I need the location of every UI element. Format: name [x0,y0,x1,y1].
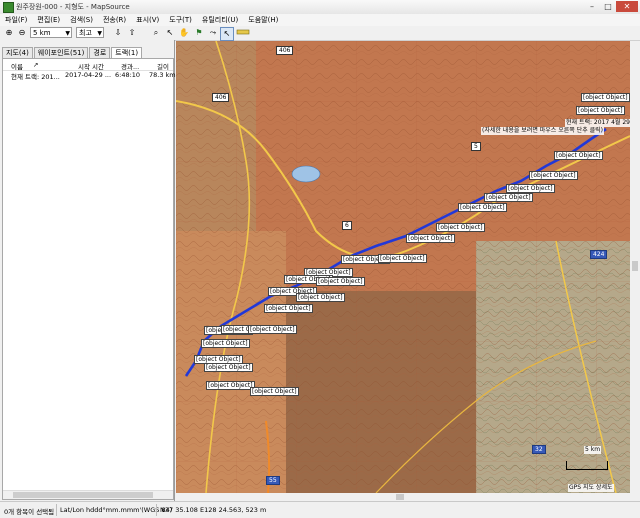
scale-select[interactable]: 5 km ▼ [30,27,72,38]
road-number-label: 406 [276,46,294,55]
terrain-map [176,41,630,493]
menu-view[interactable]: 표시(V) [131,14,164,26]
waypoint-label[interactable]: [object Object] [378,254,427,263]
waypoint-label[interactable]: [object Object] [204,363,253,372]
road-number-label: 406 [212,93,230,102]
waypoint-label[interactable]: [object Object] [264,304,313,313]
detail-select-value: 최고 [79,29,92,37]
column-start-time[interactable]: 시작 시간 [78,61,104,71]
road-number-label: 6 [342,221,352,230]
selection-status: 0개 항목이 선택됨 [4,508,55,516]
waypoint-label[interactable]: [object Object] [206,381,255,390]
track-list: 이름 ↗ 시작 시간 경과... 길이 현재 트랙: 201... 2017-0… [2,58,176,500]
menu-tools[interactable]: 도구(T) [164,14,197,26]
toolbar: ⊕ ⊖ 5 km ▼ 최고 ▼ ⇩ ⇧ ⌕ ↖ ✋ ⚑ ⤳ ↖ [0,26,640,41]
cursor-position: N37 35.108 E128 24.563, 523 m [160,506,267,514]
track-length: 78.3 km [149,71,176,79]
maximize-button[interactable]: □ [600,1,616,12]
waypoint-label[interactable]: [object Object] [554,151,603,160]
map-source-label: GPS 지도 상세도 [568,484,614,492]
track-info-hint: (자세한 내용을 보려면 마우스 오른쪽 단추 클릭) [481,127,605,135]
tab-maps[interactable]: 지도(4) [2,47,33,58]
track-info-time: 현재 트랙: 2017 4월 29 09:37 [565,119,630,127]
waypoint-label[interactable]: [object Object] [250,387,299,396]
route-tool-icon[interactable]: ⤳ [207,27,219,39]
tab-routes[interactable]: 경로 [89,47,111,58]
track-list-header: 이름 ↗ 시작 시간 경과... 길이 [3,61,173,71]
minimize-button[interactable]: – [584,1,600,12]
zoom-in-icon[interactable]: ⊕ [3,27,15,39]
menu-search[interactable]: 검색(S) [65,14,98,26]
waypoint-label[interactable]: [object Object] [406,234,455,243]
road-number-label: 32 [532,445,546,454]
track-name: 현재 트랙: 201... [11,73,60,81]
waypoint-label[interactable]: [object Object] [201,339,250,348]
road-number-label: 424 [590,250,608,259]
sort-icon: ↗ [33,61,39,69]
waypoint-label[interactable]: [object Object] [248,325,297,334]
chevron-down-icon: ▼ [65,30,70,37]
zoom-tool-icon[interactable]: ⌕ [150,27,162,39]
column-length[interactable]: 길이 [157,61,169,71]
road-number-label: 5 [471,142,481,151]
column-name[interactable]: 이름 [11,61,23,71]
list-horizontal-scrollbar[interactable] [3,490,173,499]
waypoint-label[interactable]: [object Object] [458,203,507,212]
tab-waypoints[interactable]: 웨이포인트(51) [33,47,89,58]
waypoint-label[interactable]: [object Object] [506,184,555,193]
map-view[interactable]: 406 406 5 6 424 32 55 [object Object] [o… [176,41,630,493]
waypoint-label[interactable]: [object Object] [316,277,365,286]
data-tabs: 지도(4) 웨이포인트(51) 경로 트랙(1) [2,47,143,58]
app-icon [3,2,14,13]
waypoint-label[interactable]: [object Object] [576,106,625,115]
menu-file[interactable]: 파일(F) [0,14,32,26]
waypoint-flag-icon[interactable]: ⚑ [193,27,205,39]
waypoint-label[interactable]: [object Object] [581,93,630,102]
window-title: 원주장원-000 - 지형도 - MapSource [16,3,130,11]
close-button[interactable]: ✕ [616,1,638,12]
table-row[interactable]: 현재 트랙: 201... 2017-04-29 ... 6:48:10 78.… [3,71,176,81]
select-tool-icon[interactable]: ↖ [164,27,176,39]
scale-bar [566,461,608,470]
waypoint-label[interactable]: [object Object] [296,293,345,302]
hand-tool-icon[interactable]: ✋ [178,27,190,39]
menu-utilities[interactable]: 유틸리티(U) [197,14,243,26]
scale-select-value: 5 km [33,29,51,37]
detail-select[interactable]: 최고 ▼ [76,27,104,38]
data-panel: 지도(4) 웨이포인트(51) 경로 트랙(1) 이름 ↗ 시작 시간 경과..… [0,40,176,501]
menu-edit[interactable]: 편집(E) [32,14,65,26]
zoom-out-icon[interactable]: ⊖ [16,27,28,39]
status-bar: 0개 항목이 선택됨 Lat/Lon hddd°mm.mmm'(WGS 84) … [0,501,640,518]
tab-tracks[interactable]: 트랙(1) [111,47,143,58]
map-horizontal-scrollbar[interactable] [176,493,630,501]
waypoint-label[interactable]: [object Object] [484,193,533,202]
send-to-device-icon[interactable]: ⇧ [126,27,138,39]
track-start-time: 2017-04-29 ... [65,71,112,79]
scale-bar-label: 5 km [584,446,602,454]
title-bar: 원주장원-000 - 지형도 - MapSource – □ ✕ [0,0,640,15]
road-number-label: 55 [266,476,280,485]
ruler-icon[interactable] [236,27,250,39]
menu-help[interactable]: 도움말(H) [243,14,283,26]
menu-transfer[interactable]: 전송(R) [98,14,131,26]
waypoint-label[interactable]: [object Object] [436,223,485,232]
column-elapsed[interactable]: 경과... [121,61,139,71]
track-elapsed: 6:48:10 [115,71,141,79]
waypoint-label[interactable]: [object Object] [529,171,578,180]
menu-bar: 파일(F) 편집(E) 검색(S) 전송(R) 표시(V) 도구(T) 유틸리티… [0,14,640,26]
map-vertical-scrollbar[interactable] [630,41,640,493]
pointer-tool-icon[interactable]: ↖ [220,27,234,41]
receive-from-device-icon[interactable]: ⇩ [112,27,124,39]
chevron-down-icon: ▼ [97,30,102,37]
